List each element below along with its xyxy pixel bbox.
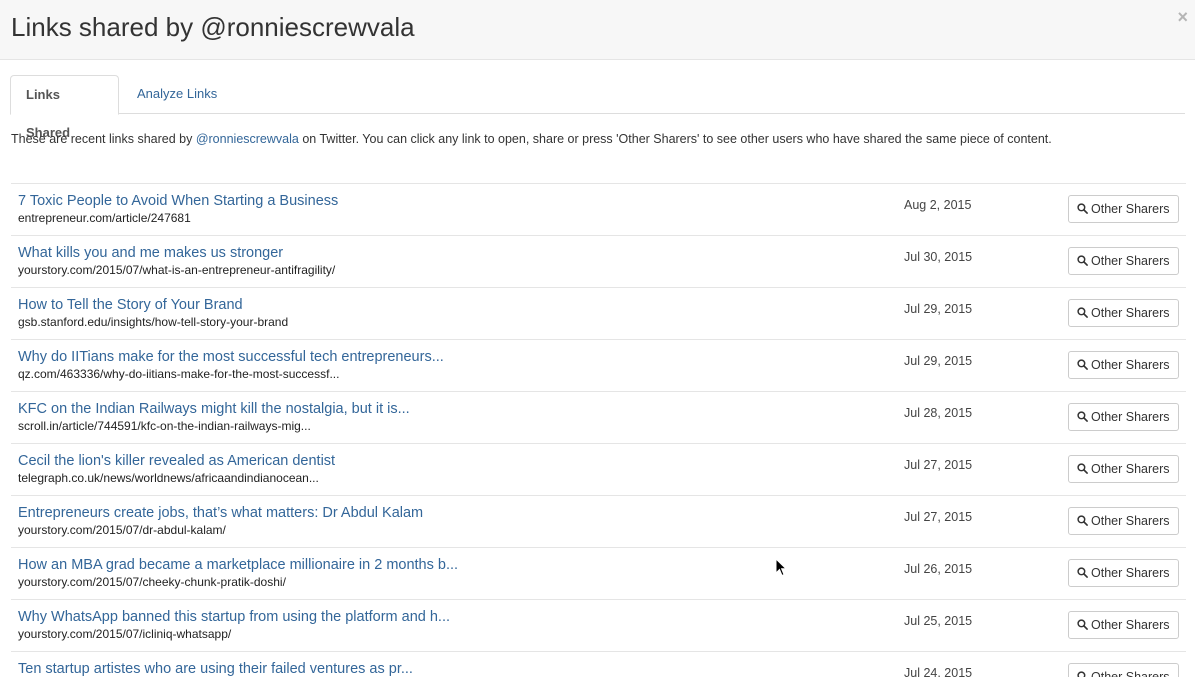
other-sharers-button[interactable]: Other Sharers xyxy=(1068,247,1179,275)
other-sharers-button[interactable]: Other Sharers xyxy=(1068,507,1179,535)
link-title[interactable]: What kills you and me makes us stronger xyxy=(18,244,283,262)
link-date: Jul 29, 2015 xyxy=(904,354,973,368)
link-title[interactable]: 7 Toxic People to Avoid When Starting a … xyxy=(18,192,338,210)
links-list: 7 Toxic People to Avoid When Starting a … xyxy=(11,183,1186,677)
link-url: yourstory.com/2015/07/dr-abdul-kalam/ xyxy=(18,523,226,537)
other-sharers-label: Other Sharers xyxy=(1091,566,1170,580)
tab-bar: Links Shared Analyze Links xyxy=(10,75,1185,140)
intro-text: These are recent links shared by @ronnie… xyxy=(11,131,1186,148)
link-url: gsb.stanford.edu/insights/how-tell-story… xyxy=(18,315,289,329)
link-row: 7 Toxic People to Avoid When Starting a … xyxy=(11,183,1186,235)
link-date: Jul 28, 2015 xyxy=(904,406,973,420)
link-title[interactable]: Ten startup artistes who are using their… xyxy=(18,660,413,677)
link-date: Jul 27, 2015 xyxy=(904,510,973,524)
other-sharers-label: Other Sharers xyxy=(1091,618,1170,632)
other-sharers-label: Other Sharers xyxy=(1091,514,1170,528)
link-row: Entrepreneurs create jobs, that’s what m… xyxy=(11,495,1186,547)
other-sharers-label: Other Sharers xyxy=(1091,410,1170,424)
link-url: yourstory.com/2015/07/what-is-an-entrepr… xyxy=(18,263,336,277)
search-icon xyxy=(1077,561,1088,578)
link-row: How to Tell the Story of Your Brand gsb.s… xyxy=(11,287,1186,339)
search-icon xyxy=(1077,665,1088,677)
link-date: Jul 25, 2015 xyxy=(904,614,973,628)
link-date: Jul 30, 2015 xyxy=(904,250,973,264)
other-sharers-label: Other Sharers xyxy=(1091,358,1170,372)
link-row: Ten startup artistes who are using their… xyxy=(11,651,1186,677)
other-sharers-button[interactable]: Other Sharers xyxy=(1068,299,1179,327)
search-icon xyxy=(1077,509,1088,526)
other-sharers-button[interactable]: Other Sharers xyxy=(1068,455,1179,483)
link-row: What kills you and me makes us stronger y… xyxy=(11,235,1186,287)
other-sharers-label: Other Sharers xyxy=(1091,306,1170,320)
other-sharers-label: Other Sharers xyxy=(1091,670,1170,677)
link-row: Why do IITians make for the most success… xyxy=(11,339,1186,391)
search-icon xyxy=(1077,197,1088,214)
link-title[interactable]: Why do IITians make for the most success… xyxy=(18,348,444,366)
other-sharers-button[interactable]: Other Sharers xyxy=(1068,403,1179,431)
search-icon xyxy=(1077,457,1088,474)
link-date: Jul 24, 2015 xyxy=(904,666,973,677)
link-url: yourstory.com/2015/07/cheeky-chunk-prati… xyxy=(18,575,286,589)
search-icon xyxy=(1077,613,1088,630)
search-icon xyxy=(1077,353,1088,370)
link-title[interactable]: Entrepreneurs create jobs, that’s what m… xyxy=(18,504,423,522)
link-url: yourstory.com/2015/07/icliniq-whatsapp/ xyxy=(18,627,232,641)
link-date: Jul 29, 2015 xyxy=(904,302,973,316)
tab-analyze-links[interactable]: Analyze Links xyxy=(122,75,232,114)
link-row: Why WhatsApp banned this startup from us… xyxy=(11,599,1186,651)
modal-title: Links shared by @ronniescrewvala xyxy=(11,12,415,42)
link-title[interactable]: How to Tell the Story of Your Brand xyxy=(18,296,243,314)
link-date: Jul 26, 2015 xyxy=(904,562,973,576)
link-url: scroll.in/article/744591/kfc-on-the-indi… xyxy=(18,419,311,433)
tab-links-shared[interactable]: Links Shared xyxy=(10,75,119,140)
search-icon xyxy=(1077,405,1088,422)
link-date: Aug 2, 2015 xyxy=(904,198,972,212)
other-sharers-button[interactable]: Other Sharers xyxy=(1068,611,1179,639)
close-button[interactable]: × xyxy=(1177,7,1188,27)
mouse-cursor-icon xyxy=(775,558,787,577)
link-title[interactable]: How an MBA grad became a marketplace mil… xyxy=(18,556,458,574)
link-date: Jul 27, 2015 xyxy=(904,458,973,472)
intro-text-after: on Twitter. You can click any link to op… xyxy=(298,132,1052,146)
modal-header: Links shared by @ronniescrewvala × xyxy=(0,0,1195,60)
other-sharers-button[interactable]: Other Sharers xyxy=(1068,351,1179,379)
other-sharers-button[interactable]: Other Sharers xyxy=(1068,195,1179,223)
search-icon xyxy=(1077,301,1088,318)
link-url: entrepreneur.com/article/247681 xyxy=(18,211,191,225)
link-title[interactable]: Why WhatsApp banned this startup from us… xyxy=(18,608,450,626)
link-url: telegraph.co.uk/news/worldnews/africaand… xyxy=(18,471,319,485)
other-sharers-label: Other Sharers xyxy=(1091,254,1170,268)
user-handle-link[interactable]: @ronniescrewvala xyxy=(196,132,299,146)
link-row: Cecil the lion's killer revealed as Amer… xyxy=(11,443,1186,495)
link-url: qz.com/463336/why-do-iitians-make-for-th… xyxy=(18,367,340,381)
intro-text-before: These are recent links shared by xyxy=(11,132,196,146)
other-sharers-label: Other Sharers xyxy=(1091,202,1170,216)
other-sharers-label: Other Sharers xyxy=(1091,462,1170,476)
link-title[interactable]: KFC on the Indian Railways might kill th… xyxy=(18,400,410,418)
link-row: KFC on the Indian Railways might kill th… xyxy=(11,391,1186,443)
other-sharers-button[interactable]: Other Sharers xyxy=(1068,663,1179,677)
link-title[interactable]: Cecil the lion's killer revealed as Amer… xyxy=(18,452,335,470)
search-icon xyxy=(1077,249,1088,266)
other-sharers-button[interactable]: Other Sharers xyxy=(1068,559,1179,587)
link-row: How an MBA grad became a marketplace mil… xyxy=(11,547,1186,599)
